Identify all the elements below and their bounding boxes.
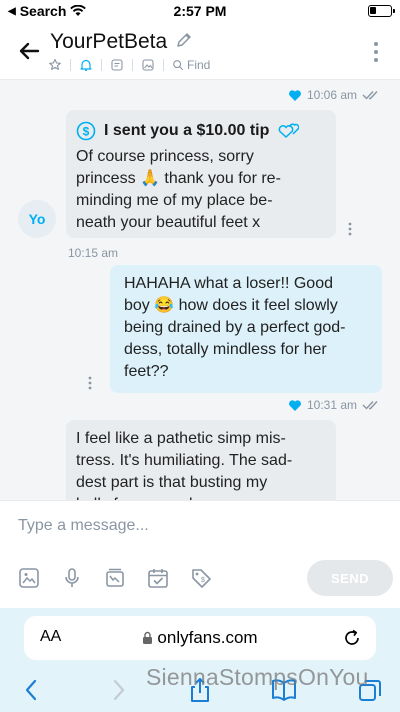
- schedule-icon[interactable]: [147, 567, 169, 589]
- tip-header: $ I sent you a $10.00 tip: [76, 120, 326, 142]
- star-icon[interactable]: [48, 58, 62, 72]
- message-text: I feel like a pathetic simp mis- tress. …: [76, 430, 293, 500]
- image-icon[interactable]: [18, 567, 40, 589]
- dollar-icon: $: [76, 121, 96, 141]
- microphone-icon[interactable]: [61, 567, 83, 589]
- lock-icon: [143, 631, 153, 644]
- message-meta: 10:06 am: [288, 88, 382, 102]
- divider: [163, 59, 164, 71]
- notes-icon[interactable]: [110, 58, 124, 72]
- outgoing-message[interactable]: HAHAHA what a loser!! Good boy 😂 how doe…: [110, 265, 382, 393]
- reload-icon[interactable]: [342, 628, 362, 648]
- back-label: Search: [19, 3, 67, 19]
- find-label: Find: [187, 58, 211, 72]
- tip-text: I sent you a $10.00 tip: [104, 122, 270, 139]
- browser-forward-icon[interactable]: [104, 676, 132, 704]
- message-options-icon[interactable]: [88, 376, 92, 390]
- status-bar: ◀ Search 2:57 PM: [0, 0, 400, 22]
- more-options-icon[interactable]: [372, 40, 380, 64]
- back-to-search[interactable]: ◀ Search: [8, 3, 87, 19]
- message-time: 10:15 am: [68, 246, 119, 260]
- tip-hearts-icon: [279, 123, 300, 139]
- address-bar[interactable]: AA onlyfans.com: [24, 616, 376, 660]
- find-button[interactable]: Find: [172, 58, 210, 72]
- message-list[interactable]: 10:06 am $ I sent you a $10.00 tip Of co…: [0, 80, 400, 500]
- vault-icon[interactable]: [104, 567, 126, 589]
- incoming-message[interactable]: $ I sent you a $10.00 tip Of course prin…: [66, 110, 336, 238]
- message-time: 10:06 am: [307, 88, 358, 102]
- header-actions: Find: [48, 58, 210, 72]
- back-arrow-icon[interactable]: [14, 36, 44, 66]
- svg-text:$: $: [83, 124, 90, 138]
- gallery-icon[interactable]: [141, 58, 155, 72]
- message-options-icon[interactable]: [348, 222, 352, 236]
- edit-pencil-icon[interactable]: [174, 30, 194, 50]
- message-composer: $ SEND: [0, 500, 400, 608]
- divider: [132, 59, 133, 71]
- message-text: Of course princess, sorry princess 🙏 tha…: [76, 148, 281, 231]
- browser-back-icon[interactable]: [18, 676, 46, 704]
- read-checkmarks-icon: [362, 91, 378, 100]
- wifi-icon: [70, 5, 87, 16]
- send-button[interactable]: SEND: [307, 560, 393, 596]
- url-display[interactable]: onlyfans.com: [24, 628, 376, 648]
- message-input[interactable]: [18, 513, 378, 539]
- message-meta: 10:31 am: [288, 398, 382, 412]
- browser-toolbar: AA onlyfans.com: [0, 608, 400, 712]
- like-heart-icon[interactable]: [288, 89, 302, 102]
- back-triangle-icon: ◀: [8, 5, 16, 17]
- search-icon: [173, 60, 184, 71]
- read-checkmarks-icon: [362, 401, 378, 410]
- bell-icon[interactable]: [79, 58, 93, 72]
- svg-text:$: $: [201, 577, 205, 584]
- battery-icon: [368, 5, 395, 17]
- avatar[interactable]: Yo: [18, 200, 56, 238]
- chat-header: YourPetBeta Find: [0, 22, 400, 80]
- watermark: SiennaStompsOnYou: [146, 664, 369, 690]
- message-time: 10:31 am: [307, 398, 358, 412]
- composer-tools: $: [18, 567, 212, 589]
- url-text: onlyfans.com: [157, 628, 258, 647]
- price-tag-icon[interactable]: $: [190, 567, 212, 589]
- message-meta: 10:15 am: [68, 246, 118, 260]
- like-heart-icon[interactable]: [288, 399, 302, 412]
- divider: [70, 59, 71, 71]
- chat-title[interactable]: YourPetBeta: [50, 30, 167, 54]
- message-text: HAHAHA what a loser!! Good boy 😂 how doe…: [124, 275, 346, 380]
- incoming-message[interactable]: I feel like a pathetic simp mis- tress. …: [66, 420, 336, 500]
- divider: [101, 59, 102, 71]
